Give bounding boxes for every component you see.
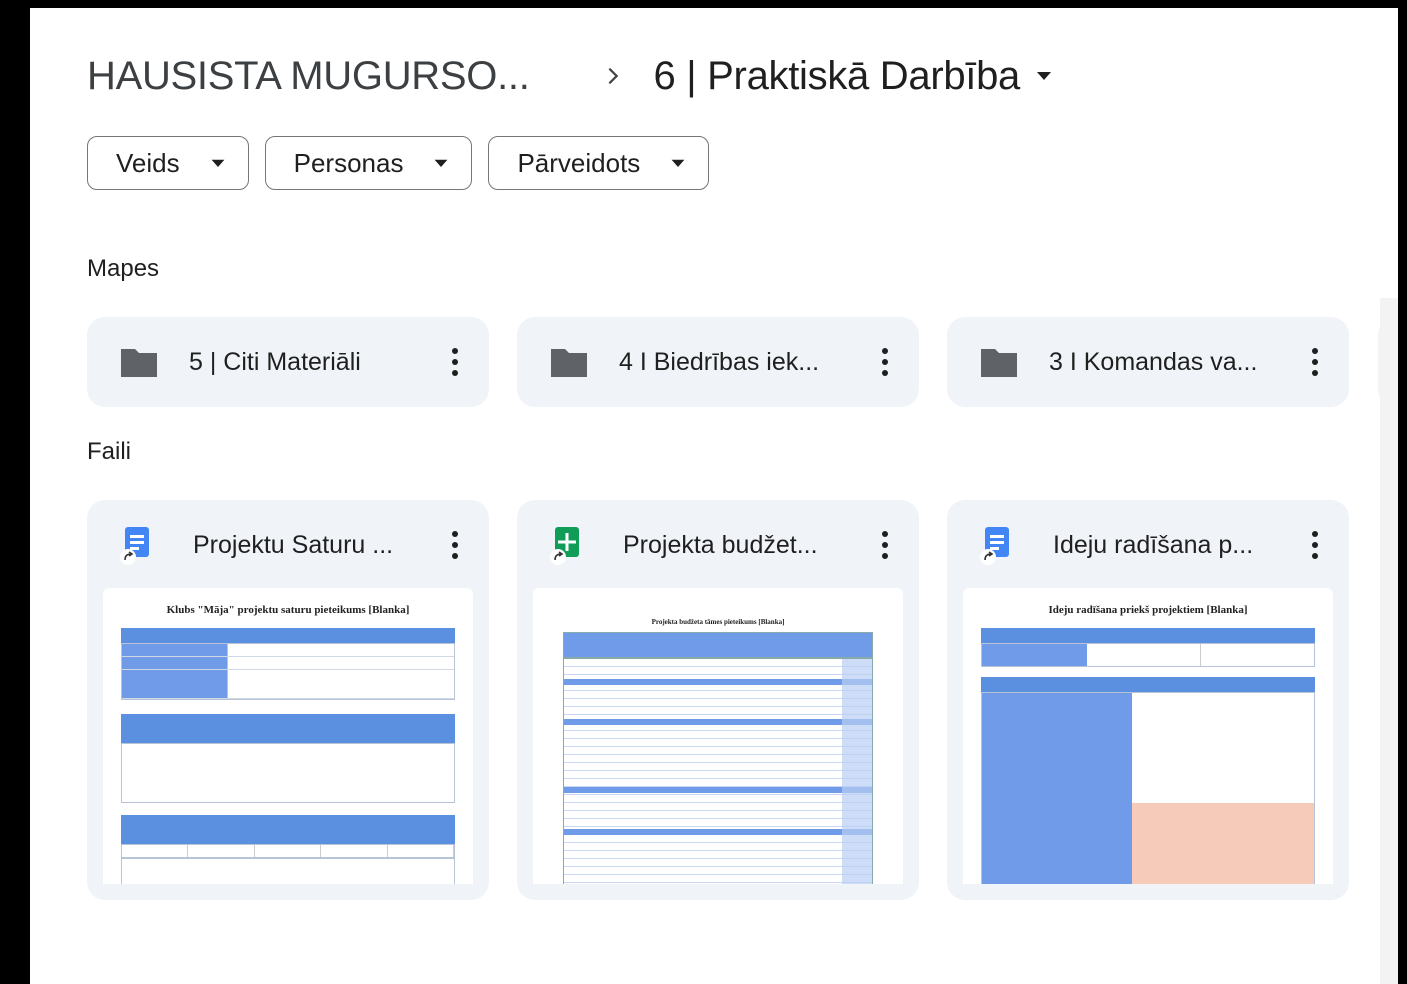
folder-icon (981, 349, 1017, 377)
folder-name: 5 | Citi Materiāli (189, 347, 361, 376)
folder-card[interactable]: 5 | Citi Materiāli (87, 317, 489, 407)
folder-card[interactable]: 4 I Biedrības iek... (517, 317, 919, 407)
filter-type-label: Veids (116, 147, 180, 178)
folder-icon (551, 349, 587, 377)
more-options-icon[interactable] (1301, 344, 1329, 380)
google-docs-shortcut-icon (979, 525, 1015, 565)
folder-icon (121, 349, 157, 377)
folder-name: 3 I Komandas va... (1049, 347, 1258, 376)
file-card[interactable]: Projektu Saturu ... Klubs "Māja" projekt… (87, 500, 489, 900)
google-docs-shortcut-icon (119, 525, 155, 565)
chevron-right-icon (608, 67, 618, 85)
more-options-icon[interactable] (441, 344, 469, 380)
file-name: Projektu Saturu ... (193, 530, 394, 559)
filter-modified-label: Pārveidots (517, 147, 641, 178)
more-options-icon[interactable] (1301, 527, 1329, 563)
drive-window: HAUSISTA MUGURSO... 6 | Praktiskā Darbīb… (30, 8, 1398, 984)
filter-bar: Veids Personas Pārveidots (87, 136, 710, 190)
file-thumbnail[interactable]: Projekta budžeta tāmes pieteikums [Blank… (533, 588, 903, 884)
caret-down-icon (211, 159, 225, 167)
file-list: Projektu Saturu ... Klubs "Māja" projekt… (87, 500, 1349, 900)
filter-type-button[interactable]: Veids (87, 136, 249, 190)
file-name: Ideju radīšana p... (1053, 530, 1254, 559)
scroll-edge (1380, 298, 1398, 984)
more-options-icon[interactable] (441, 527, 469, 563)
breadcrumb-root[interactable]: HAUSISTA MUGURSO... (87, 54, 530, 99)
google-sheets-shortcut-icon (549, 525, 585, 565)
breadcrumb-current-folder[interactable]: 6 | Praktiskā Darbība (654, 54, 1054, 99)
file-thumbnail[interactable]: Klubs "Māja" projektu saturu pieteikums … (103, 588, 473, 884)
file-name: Projekta budžet... (623, 530, 818, 559)
file-card[interactable]: Projekta budžet... Projekta budžeta tāme… (517, 500, 919, 900)
thumbnail-title: Ideju radīšana priekš projektiem [Blanka… (1048, 604, 1248, 616)
file-thumbnail[interactable]: Ideju radīšana priekš projektiem [Blanka… (963, 588, 1333, 884)
filter-people-label: Personas (293, 147, 404, 178)
folder-name: 4 I Biedrības iek... (619, 347, 820, 376)
folders-section-heading: Mapes (87, 255, 160, 282)
filter-modified-button[interactable]: Pārveidots (488, 136, 710, 190)
folder-card[interactable]: 3 I Komandas va... (947, 317, 1349, 407)
more-options-icon[interactable] (871, 344, 899, 380)
caret-down-icon (671, 159, 685, 167)
caret-down-icon (435, 159, 448, 167)
folder-list: 5 | Citi Materiāli 4 I Biedrības iek... … (87, 317, 1349, 407)
thumbnail-title: Klubs "Māja" projektu saturu pieteikums … (166, 604, 410, 616)
thumbnail-title: Projekta budžeta tāmes pieteikums [Blank… (651, 618, 785, 626)
caret-down-icon (1037, 72, 1051, 80)
breadcrumb-current-label: 6 | Praktiskā Darbība (653, 53, 1021, 98)
more-options-icon[interactable] (871, 527, 899, 563)
file-card[interactable]: Ideju radīšana p... Ideju radīšana priek… (947, 500, 1349, 900)
filter-people-button[interactable]: Personas (264, 136, 473, 190)
breadcrumb: HAUSISTA MUGURSO... 6 | Praktiskā Darbīb… (87, 46, 1054, 106)
files-section-heading: Faili (87, 438, 132, 465)
